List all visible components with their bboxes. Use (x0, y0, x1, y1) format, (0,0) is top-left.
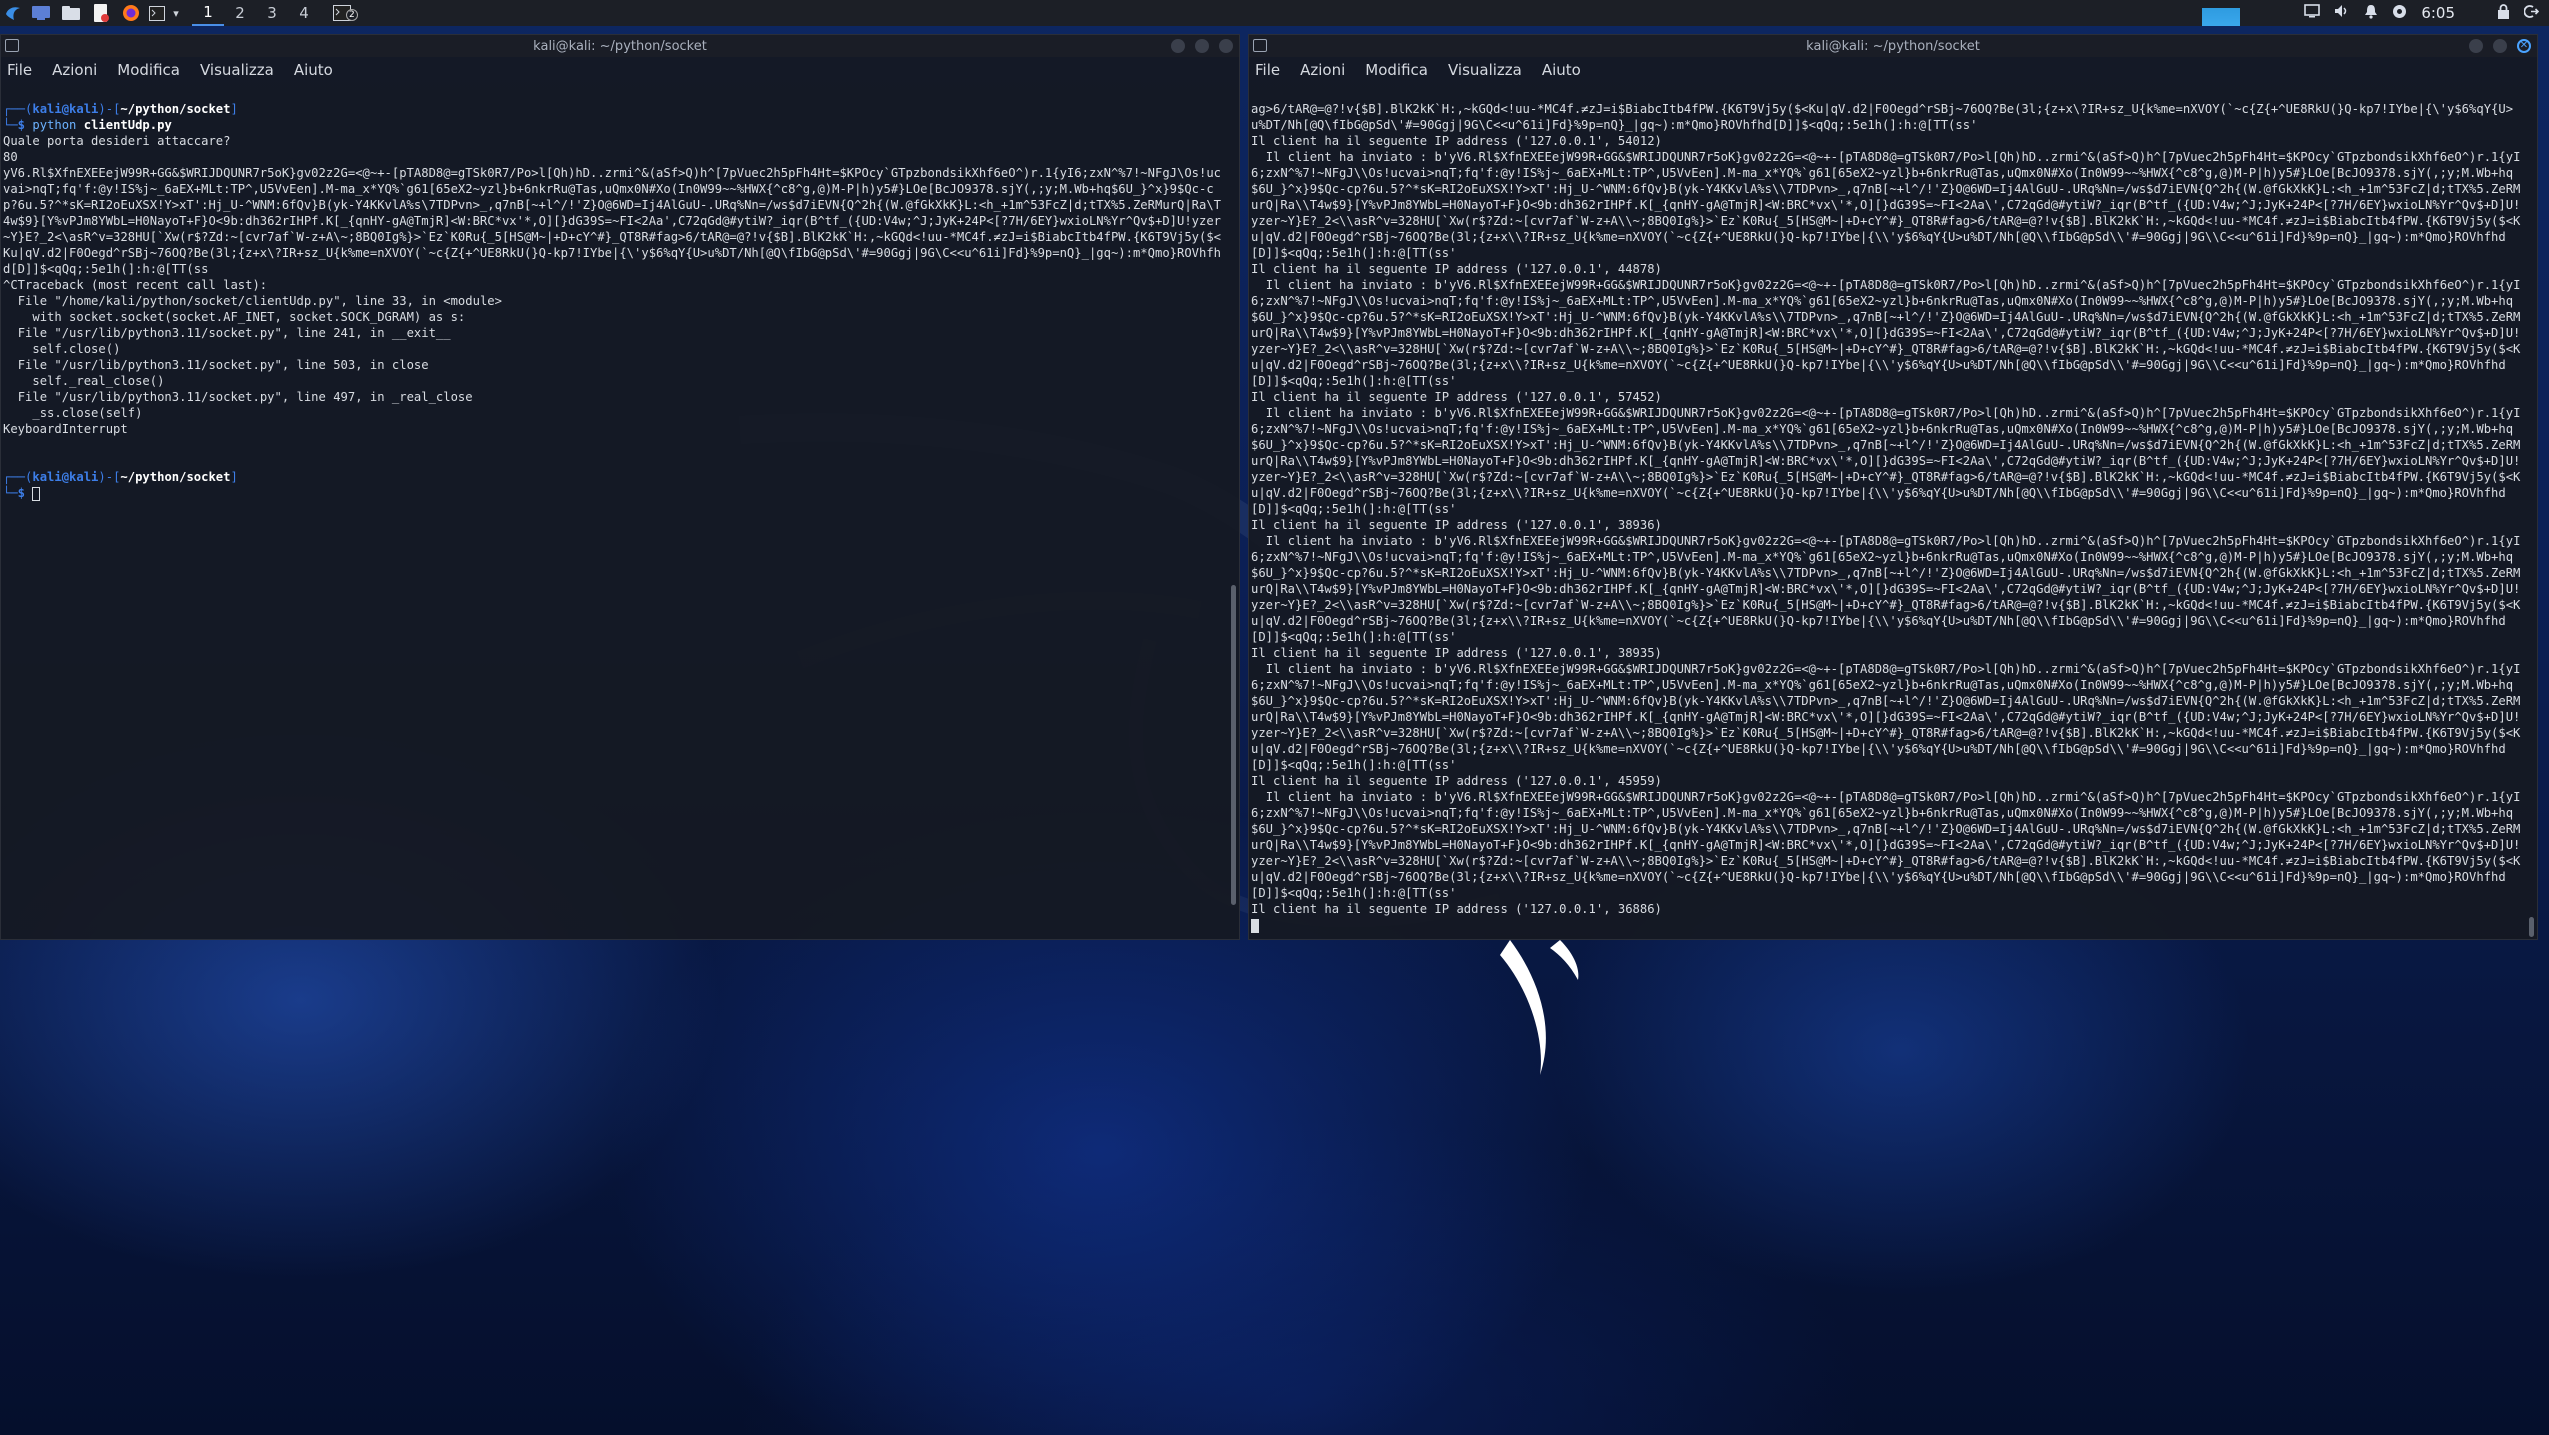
received-line: Il client ha inviato : b'yV6.Rl$XfnEXEEe… (1251, 278, 2521, 388)
menu-visualizza[interactable]: Visualizza (1448, 61, 1522, 79)
command-line: └─$ python clientUdp.py (3, 118, 172, 132)
workspace-1[interactable]: 1 (192, 0, 224, 26)
ip-line: Il client ha il seguente IP address ('12… (1251, 518, 1662, 532)
firefox-icon[interactable] (116, 0, 146, 26)
terminal-window-icon (5, 39, 19, 52)
menu-file[interactable]: File (7, 61, 32, 79)
file-manager-icon[interactable] (56, 0, 86, 26)
close-button[interactable] (1219, 39, 1233, 53)
scrollbar[interactable] (2529, 917, 2534, 937)
received-line: Il client ha inviato : b'yV6.Rl$XfnEXEEe… (1251, 534, 2521, 644)
power-status-icon[interactable] (2392, 4, 2407, 23)
workspace-2[interactable]: 2 (224, 0, 256, 26)
clock[interactable]: 6:05 (2421, 4, 2455, 22)
cpu-monitor-graph (2202, 0, 2241, 26)
command-line: └─$ (3, 485, 1223, 501)
logout-icon[interactable] (2523, 4, 2540, 23)
ip-line: Il client ha il seguente IP address ('12… (1251, 262, 1662, 276)
text-cursor (1251, 918, 1259, 933)
terminal-window-client[interactable]: kali@kali: ~/python/socket File Azioni M… (0, 34, 1240, 940)
volume-icon[interactable] (2334, 4, 2350, 22)
ip-line: Il client ha il seguente IP address ('12… (1251, 134, 1662, 148)
minimize-button[interactable] (2469, 39, 2483, 53)
workspace-4[interactable]: 4 (288, 0, 320, 26)
prompt: ┌──(kali@kali)-[~/python/socket] (3, 470, 238, 484)
received-line: Il client ha inviato : b'yV6.Rl$XfnEXEEe… (1251, 790, 2521, 900)
menu-visualizza[interactable]: Visualizza (200, 61, 274, 79)
workspace-3[interactable]: 3 (256, 0, 288, 26)
menu-bar: File Azioni Modifica Visualizza Aiuto (1, 57, 1239, 83)
received-line: Il client ha inviato : b'yV6.Rl$XfnEXEEe… (1251, 150, 2521, 260)
terminal-output[interactable]: ┌──(kali@kali)-[~/python/socket] └─$ pyth… (1, 83, 1223, 939)
top-panel: ▾ 1 2 3 4 2 6:05 (0, 0, 2549, 26)
text-editor-icon[interactable] (86, 0, 116, 26)
ip-line: Il client ha il seguente IP address ('12… (1251, 774, 1662, 788)
scrollbar[interactable] (1231, 585, 1236, 905)
menu-azioni[interactable]: Azioni (52, 61, 97, 79)
close-button[interactable]: ✕ (2517, 39, 2531, 53)
menu-bar: File Azioni Modifica Visualizza Aiuto (1249, 57, 2537, 83)
kali-menu-icon[interactable] (0, 0, 26, 26)
lock-icon[interactable] (2497, 3, 2510, 23)
notifications-bell-icon[interactable] (2364, 4, 2378, 23)
menu-modifica[interactable]: Modifica (117, 61, 180, 79)
window-title: kali@kali: ~/python/socket (533, 38, 707, 54)
ip-line: Il client ha il seguente IP address ('12… (1251, 646, 1662, 660)
menu-azioni[interactable]: Azioni (1300, 61, 1345, 79)
program-output: Quale porta desideri attaccare? 80 yV6.R… (3, 134, 1222, 436)
ip-line: Il client ha il seguente IP address ('12… (1251, 902, 1662, 916)
output-fragment: ag>6/tAR@=@?!v{$B].BlK2kK`H:,~kGQd<!uu-*… (1251, 102, 2514, 132)
ip-line: Il client ha il seguente IP address ('12… (1251, 390, 1662, 404)
menu-modifica[interactable]: Modifica (1365, 61, 1428, 79)
menu-aiuto[interactable]: Aiuto (294, 61, 333, 79)
minimize-button[interactable] (1171, 39, 1185, 53)
desktop-icon[interactable] (26, 0, 56, 26)
text-cursor (32, 486, 41, 501)
window-count-badge: 2 (346, 9, 358, 21)
window-titlebar[interactable]: kali@kali: ~/python/socket ✕ (1249, 35, 2537, 57)
task-terminal-button[interactable]: 2 (320, 0, 364, 26)
maximize-button[interactable] (2493, 39, 2507, 53)
display-icon[interactable] (2304, 4, 2321, 22)
menu-aiuto[interactable]: Aiuto (1542, 61, 1581, 79)
received-line: Il client ha inviato : b'yV6.Rl$XfnEXEEe… (1251, 662, 2521, 772)
terminal-output[interactable]: ag>6/tAR@=@?!v{$B].BlK2kK`H:,~kGQd<!uu-*… (1249, 83, 2521, 939)
window-title: kali@kali: ~/python/socket (1806, 38, 1980, 54)
maximize-button[interactable] (1195, 39, 1209, 53)
window-titlebar[interactable]: kali@kali: ~/python/socket (1, 35, 1239, 57)
terminal-icon[interactable] (146, 0, 168, 26)
dropdown-icon[interactable]: ▾ (168, 0, 184, 26)
menu-file[interactable]: File (1255, 61, 1280, 79)
received-line: Il client ha inviato : b'yV6.Rl$XfnEXEEe… (1251, 406, 2521, 516)
terminal-window-icon (1253, 39, 1267, 52)
terminal-window-server[interactable]: kali@kali: ~/python/socket ✕ File Azioni… (1248, 34, 2538, 940)
prompt: ┌──(kali@kali)-[~/python/socket] (3, 102, 238, 116)
